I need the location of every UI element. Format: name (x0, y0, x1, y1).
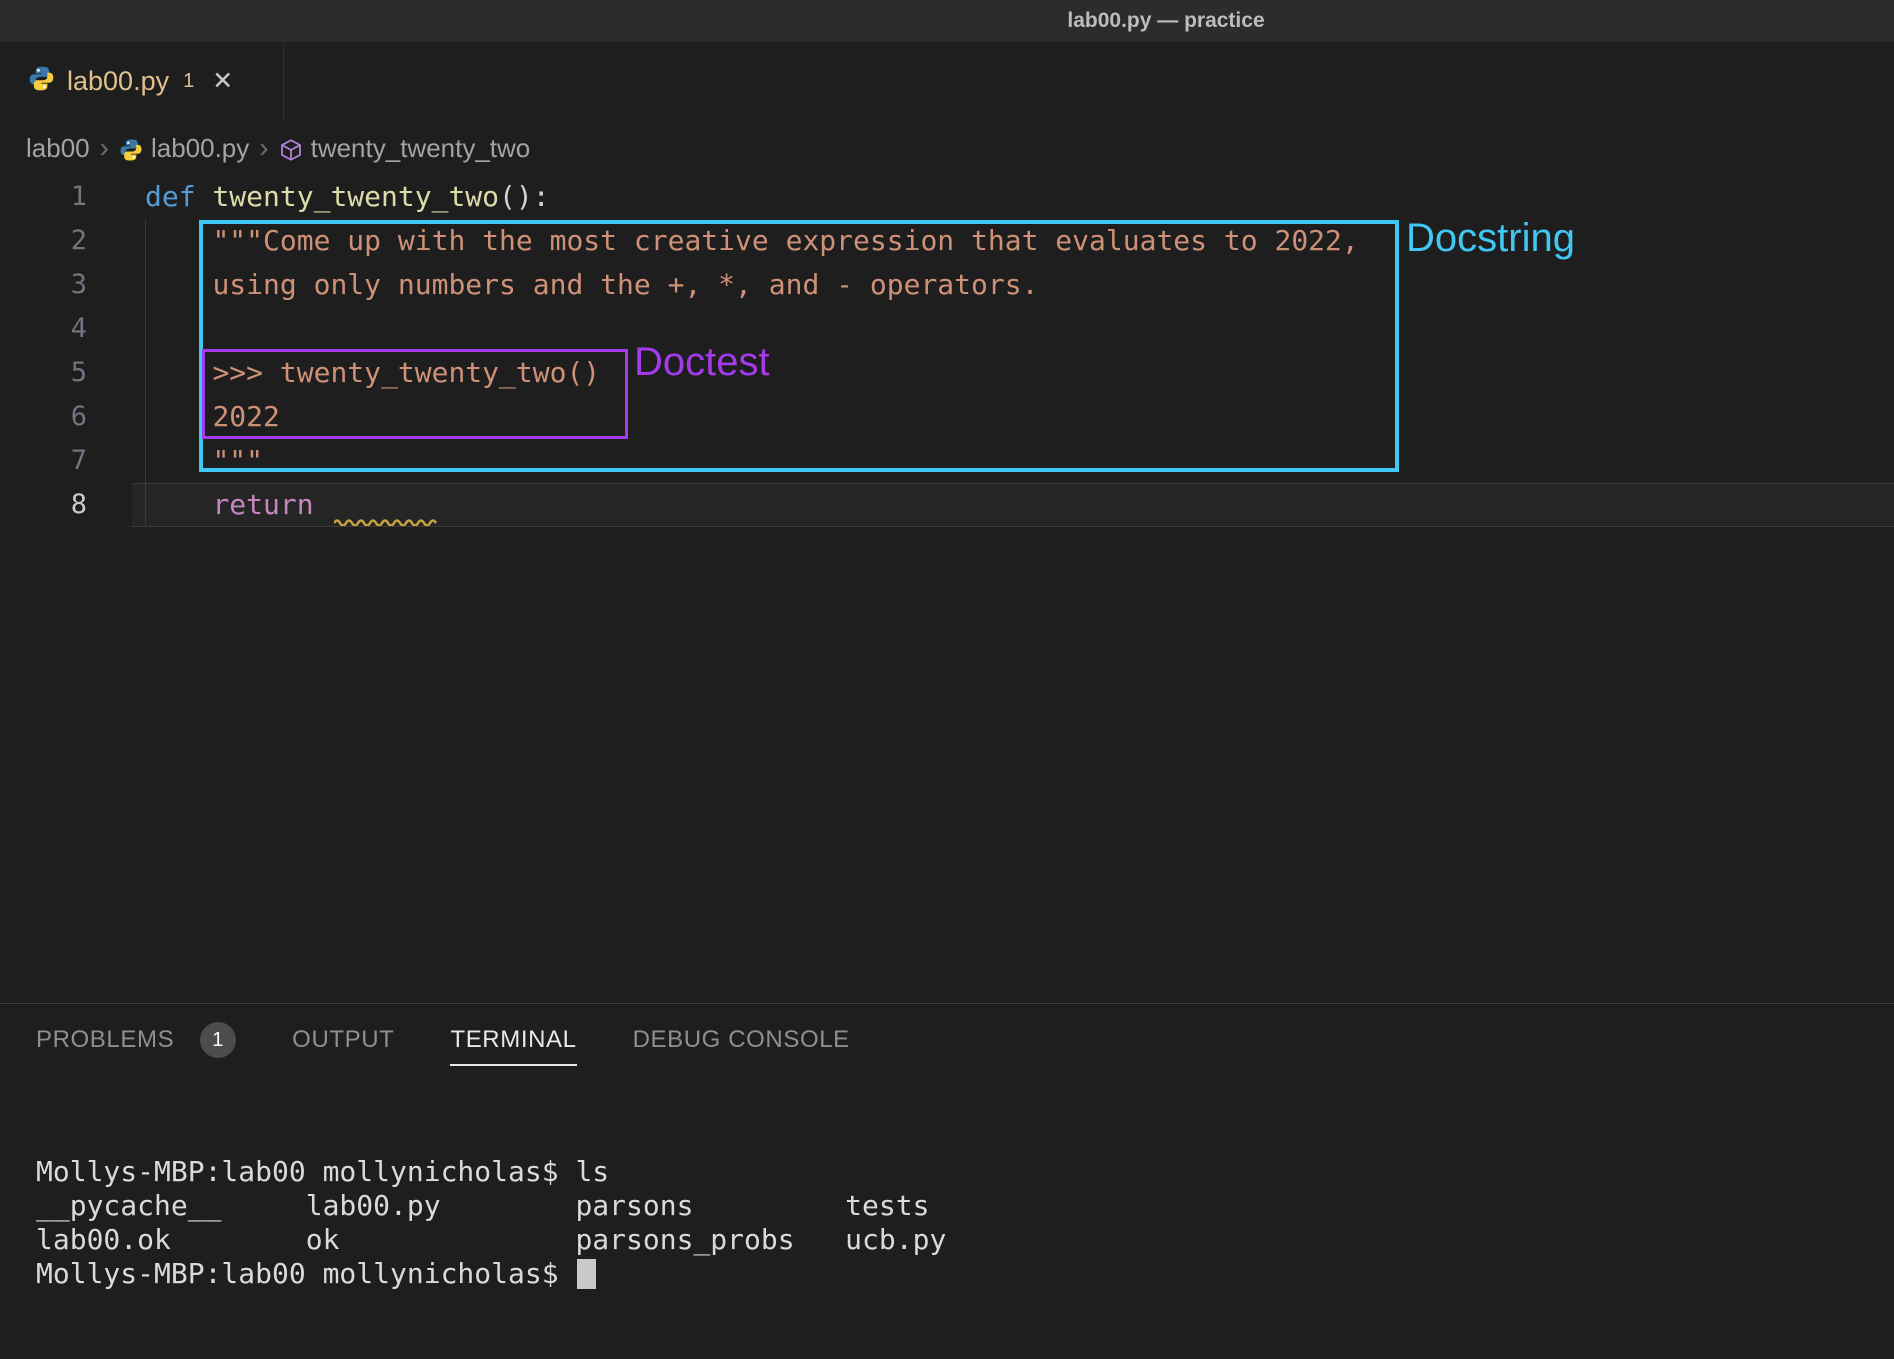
code-line[interactable]: 3 using only numbers and the +, *, and -… (0, 263, 1894, 307)
code-line[interactable]: 6 2022 (0, 395, 1894, 439)
code-token: using only numbers and the +, *, and - o… (212, 268, 1038, 301)
code-token: twenty_twenty_two (212, 180, 499, 213)
panel-tab-terminal[interactable]: TERMINAL (450, 1004, 576, 1076)
line-number[interactable]: 3 (0, 263, 145, 307)
code-line[interactable]: 8 return (0, 483, 1894, 527)
problems-count-badge: 1 (200, 1022, 236, 1058)
terminal-lines: Mollys-MBP:lab00 mollynicholas$ ls__pyca… (36, 1155, 1894, 1291)
terminal-line: __pycache__ lab00.py parsons tests (36, 1189, 1894, 1223)
window-title: lab00.py — practice (1067, 9, 1264, 33)
code-token (145, 356, 212, 389)
code-token (145, 224, 212, 257)
tab-close-icon[interactable]: ✕ (212, 66, 233, 96)
vscode-window: lab00.py — practice lab00.py 1 ✕ lab00 › (0, 0, 1894, 1304)
chevron-right-icon: › (259, 132, 268, 164)
tab-bar: lab00.py 1 ✕ (0, 42, 1894, 120)
code-line[interactable]: 2 """Come up with the most creative expr… (0, 219, 1894, 263)
terminal[interactable]: Mollys-MBP:lab00 mollynicholas$ ls__pyca… (36, 1087, 1894, 1359)
line-number[interactable]: 8 (0, 483, 145, 527)
panel-tab-label: DEBUG CONSOLE (633, 1026, 850, 1054)
line-number[interactable]: 2 (0, 219, 145, 263)
panel-tab-debug-console[interactable]: DEBUG CONSOLE (633, 1004, 850, 1076)
breadcrumb-folder[interactable]: lab00 (26, 133, 90, 164)
line-content[interactable]: return (145, 483, 330, 527)
code-token: 2022 (212, 400, 279, 433)
code-line[interactable]: 1def twenty_twenty_two(): (0, 175, 1894, 219)
breadcrumb-symbol[interactable]: twenty_twenty_two (311, 133, 531, 164)
python-icon (28, 65, 55, 97)
editor[interactable]: 1def twenty_twenty_two():2 """Come up wi… (0, 172, 1894, 1003)
line-number[interactable]: 7 (0, 439, 145, 483)
code-token (145, 444, 212, 477)
code-token (145, 400, 212, 433)
code-token: >>> twenty_twenty_two() (212, 356, 600, 389)
line-content[interactable]: """ (145, 439, 263, 483)
terminal-line: Mollys-MBP:lab00 mollynicholas$ ls (36, 1155, 1894, 1189)
code-token (145, 488, 212, 521)
bottom-panel: PROBLEMS 1 OUTPUT TERMINAL DEBUG CONSOLE Mol… (0, 1003, 1894, 1304)
breadcrumb-file[interactable]: lab00.py (151, 133, 249, 164)
code-line[interactable]: 4 (0, 307, 1894, 351)
symbol-cube-icon (279, 138, 303, 162)
code-token: def (145, 180, 212, 213)
line-number[interactable]: 5 (0, 351, 145, 395)
terminal-line: Mollys-MBP:lab00 mollynicholas$ (36, 1257, 1894, 1291)
panel-tab-label: OUTPUT (292, 1026, 394, 1054)
line-content[interactable]: """Come up with the most creative expres… (145, 219, 1359, 263)
titlebar: lab00.py — practice (0, 0, 1894, 42)
tab-lab00py[interactable]: lab00.py 1 ✕ (0, 42, 284, 120)
code-token: return (212, 488, 313, 521)
terminal-line: lab00.ok ok parsons_probs ucb.py (36, 1223, 1894, 1257)
panel-tab-label: PROBLEMS (36, 1026, 174, 1054)
line-number[interactable]: 6 (0, 395, 145, 439)
line-number[interactable]: 1 (0, 175, 145, 219)
tab-dirty-count: 1 (183, 70, 194, 93)
code-line[interactable]: 7 """ (0, 439, 1894, 483)
code-token (145, 268, 212, 301)
tab-label: lab00.py (67, 66, 169, 97)
terminal-cursor (577, 1259, 596, 1289)
code-token: (): (499, 180, 550, 213)
line-number[interactable]: 4 (0, 307, 145, 351)
line-content[interactable]: def twenty_twenty_two(): (145, 175, 550, 219)
line-content[interactable]: using only numbers and the +, *, and - o… (145, 263, 1038, 307)
code-lines: 1def twenty_twenty_two():2 """Come up wi… (0, 175, 1894, 527)
line-content[interactable]: 2022 (145, 395, 280, 439)
panel-tab-bar: PROBLEMS 1 OUTPUT TERMINAL DEBUG CONSOLE (0, 1004, 1894, 1076)
python-icon (119, 138, 143, 162)
code-token (314, 488, 331, 521)
panel-tab-output[interactable]: OUTPUT (292, 1004, 394, 1076)
breadcrumb: lab00 › lab00.py › twenty_twenty_two (0, 120, 1894, 176)
code-token: """Come up with the most creative expres… (212, 224, 1358, 257)
line-content[interactable]: >>> twenty_twenty_two() (145, 351, 600, 395)
chevron-right-icon: › (100, 132, 109, 164)
code-line[interactable]: 5 >>> twenty_twenty_two() (0, 351, 1894, 395)
panel-tab-problems[interactable]: PROBLEMS 1 (36, 1004, 236, 1076)
warning-squiggle-icon (334, 517, 438, 526)
code-token: """ (212, 444, 263, 477)
panel-tab-label: TERMINAL (450, 1026, 576, 1054)
